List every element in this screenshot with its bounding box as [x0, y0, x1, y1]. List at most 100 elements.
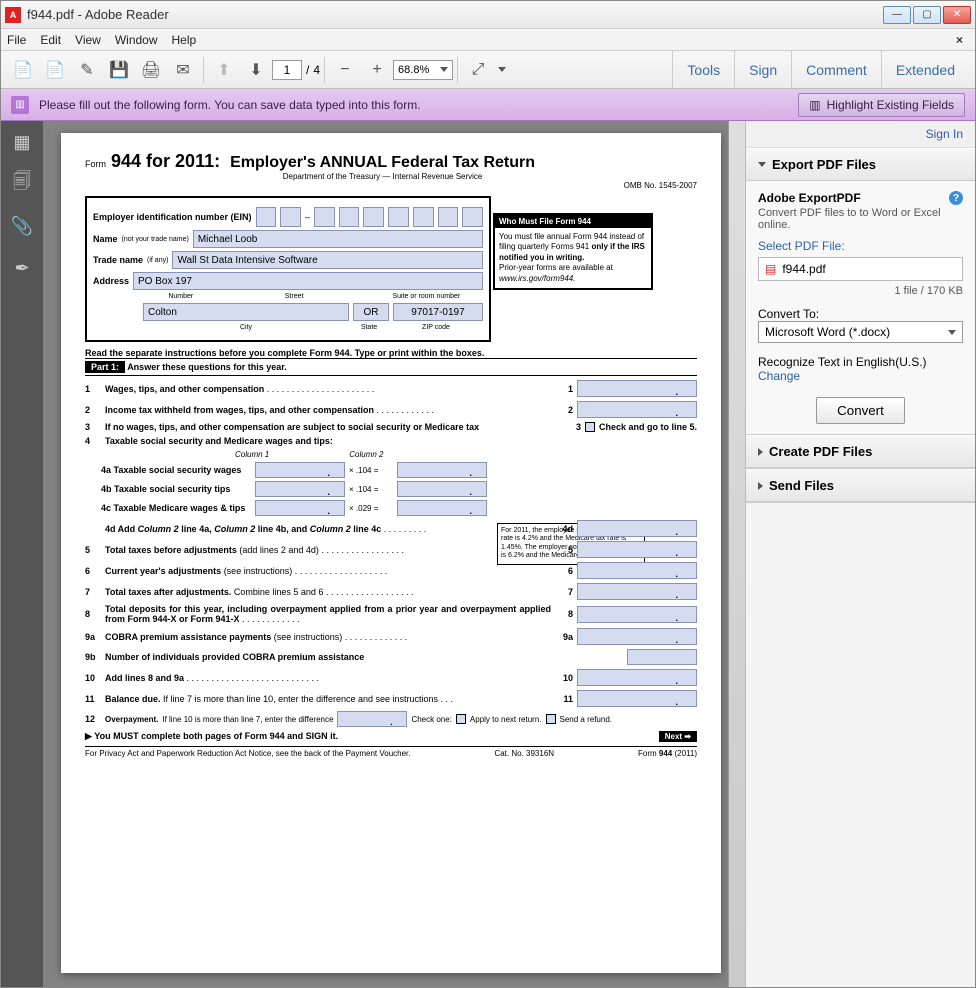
menu-view[interactable]: View	[75, 33, 101, 47]
window-title: f944.pdf - Adobe Reader	[27, 7, 883, 22]
chevron-right-icon	[758, 482, 763, 490]
line1-amount[interactable]	[577, 380, 697, 397]
ein-7[interactable]	[413, 207, 434, 227]
l4b-c2[interactable]	[397, 481, 487, 497]
chevron-down-icon	[758, 162, 766, 167]
help-icon[interactable]: ?	[949, 191, 963, 205]
close-button[interactable]: ✕	[943, 6, 971, 24]
export-pdf-icon[interactable]: 📄	[11, 58, 35, 82]
ein-2[interactable]	[280, 207, 301, 227]
minimize-button[interactable]: —	[883, 6, 911, 24]
page-total: 4	[313, 63, 320, 77]
sign-panel-button[interactable]: Sign	[734, 51, 791, 88]
zip-field[interactable]: 97017-0197	[393, 303, 483, 321]
selected-file[interactable]: ▤ f944.pdf	[758, 257, 963, 281]
titlebar: A f944.pdf - Adobe Reader — ▢ ✕	[1, 1, 975, 29]
create-pdf-accordion[interactable]: Create PDF Files	[746, 435, 975, 468]
send-files-accordion[interactable]: Send Files	[746, 469, 975, 502]
highlight-label: Highlight Existing Fields	[827, 98, 954, 112]
print-icon[interactable]: 🖨	[139, 58, 163, 82]
tradename-field[interactable]: Wall St Data Intensive Software	[172, 251, 483, 269]
ein-4[interactable]	[339, 207, 360, 227]
line10-amount[interactable]	[577, 669, 697, 686]
convert-to-label: Convert To:	[758, 307, 963, 321]
zoom-select[interactable]: 68.8%	[393, 60, 453, 80]
export-pdf-accordion[interactable]: Export PDF Files	[746, 148, 975, 181]
highlight-icon: ▥	[809, 98, 820, 112]
line5-amount[interactable]	[577, 541, 697, 558]
l4a-c1[interactable]	[255, 462, 345, 478]
menu-window[interactable]: Window	[115, 33, 158, 47]
selected-file-name: f944.pdf	[782, 262, 825, 276]
convert-button[interactable]: Convert	[816, 397, 905, 424]
line12-amount[interactable]	[337, 711, 407, 727]
city-field[interactable]: Colton	[143, 303, 349, 321]
line7-amount[interactable]	[577, 583, 697, 600]
ein-6[interactable]	[388, 207, 409, 227]
line6-amount[interactable]	[577, 562, 697, 579]
ein-5[interactable]	[363, 207, 384, 227]
convert-format-select[interactable]: Microsoft Word (*.docx)	[758, 321, 963, 343]
form-message: Please fill out the following form. You …	[39, 98, 798, 112]
line2-amount[interactable]	[577, 401, 697, 418]
sign-in-link[interactable]: Sign In	[746, 121, 975, 148]
address-field[interactable]: PO Box 197	[133, 272, 483, 290]
navigation-strip: ▦ 🗐 📎 ✒	[1, 121, 43, 987]
select-file-link[interactable]: Select PDF File:	[758, 239, 963, 253]
extended-panel-button[interactable]: Extended	[881, 51, 969, 88]
line11-amount[interactable]	[577, 690, 697, 707]
create-pdf-icon[interactable]: 📄	[43, 58, 67, 82]
attachments-icon[interactable]: 📎	[11, 215, 33, 237]
line4d-amount[interactable]	[577, 520, 697, 537]
email-icon[interactable]: ✉	[171, 58, 195, 82]
export-title: Adobe ExportPDF?	[758, 191, 963, 205]
ein-1[interactable]	[256, 207, 277, 227]
prev-page-icon[interactable]: ⬆	[212, 58, 236, 82]
l12-apply-checkbox[interactable]	[456, 714, 466, 724]
menu-help[interactable]: Help	[172, 33, 197, 47]
form-title: Employer's ANNUAL Federal Tax Return	[230, 154, 535, 172]
l12-refund-checkbox[interactable]	[546, 714, 556, 724]
line9a-amount[interactable]	[577, 628, 697, 645]
document-viewport[interactable]: Form 944 for 2011: Employer's ANNUAL Fed…	[43, 121, 745, 987]
page-number-input[interactable]	[272, 60, 302, 80]
ein-9[interactable]	[462, 207, 483, 227]
change-lang-link[interactable]: Change	[758, 369, 963, 383]
line3-checkbox[interactable]	[585, 422, 595, 432]
thumbnails-icon[interactable]: ▦	[11, 131, 33, 153]
pdf-file-icon: ▤	[765, 262, 776, 276]
name-field[interactable]: Michael Loob	[193, 230, 483, 248]
zoom-out-icon[interactable]: −	[333, 58, 357, 82]
fit-page-icon[interactable]: ⤢	[466, 58, 490, 82]
l4a-c2[interactable]	[397, 462, 487, 478]
next-page-icon[interactable]: ⬇	[244, 58, 268, 82]
line9b-count[interactable]	[627, 649, 697, 665]
tools-panel-button[interactable]: Tools	[672, 51, 734, 88]
save-icon[interactable]: 💾	[107, 58, 131, 82]
maximize-button[interactable]: ▢	[913, 6, 941, 24]
who-must-file-box: Who Must File Form 944 You must file ann…	[493, 213, 653, 290]
menu-edit[interactable]: Edit	[40, 33, 61, 47]
employer-box: Employer identification number (EIN) – N…	[85, 196, 491, 342]
zoom-in-icon[interactable]: +	[365, 58, 389, 82]
menu-file[interactable]: File	[7, 33, 26, 47]
pdf-page: Form 944 for 2011: Employer's ANNUAL Fed…	[61, 133, 721, 973]
l4c-c2[interactable]	[397, 500, 487, 516]
l4c-c1[interactable]	[255, 500, 345, 516]
edit-icon[interactable]: ✎	[75, 58, 99, 82]
menubar: File Edit View Window Help ×	[1, 29, 975, 51]
l4b-c1[interactable]	[255, 481, 345, 497]
highlight-fields-button[interactable]: ▥ Highlight Existing Fields	[798, 93, 965, 117]
form-icon: ▥	[11, 96, 29, 114]
recognize-text-label: Recognize Text in English(U.S.)	[758, 355, 963, 369]
ein-8[interactable]	[438, 207, 459, 227]
bookmarks-icon[interactable]: 🗐	[11, 173, 33, 195]
signatures-icon[interactable]: ✒	[11, 257, 33, 279]
ein-3[interactable]	[314, 207, 335, 227]
line8-amount[interactable]	[577, 606, 697, 623]
view-mode-dropdown-icon[interactable]	[498, 67, 506, 72]
state-field[interactable]: OR	[353, 303, 389, 321]
form-message-bar: ▥ Please fill out the following form. Yo…	[1, 89, 975, 121]
comment-panel-button[interactable]: Comment	[791, 51, 881, 88]
document-close-icon[interactable]: ×	[956, 33, 969, 47]
